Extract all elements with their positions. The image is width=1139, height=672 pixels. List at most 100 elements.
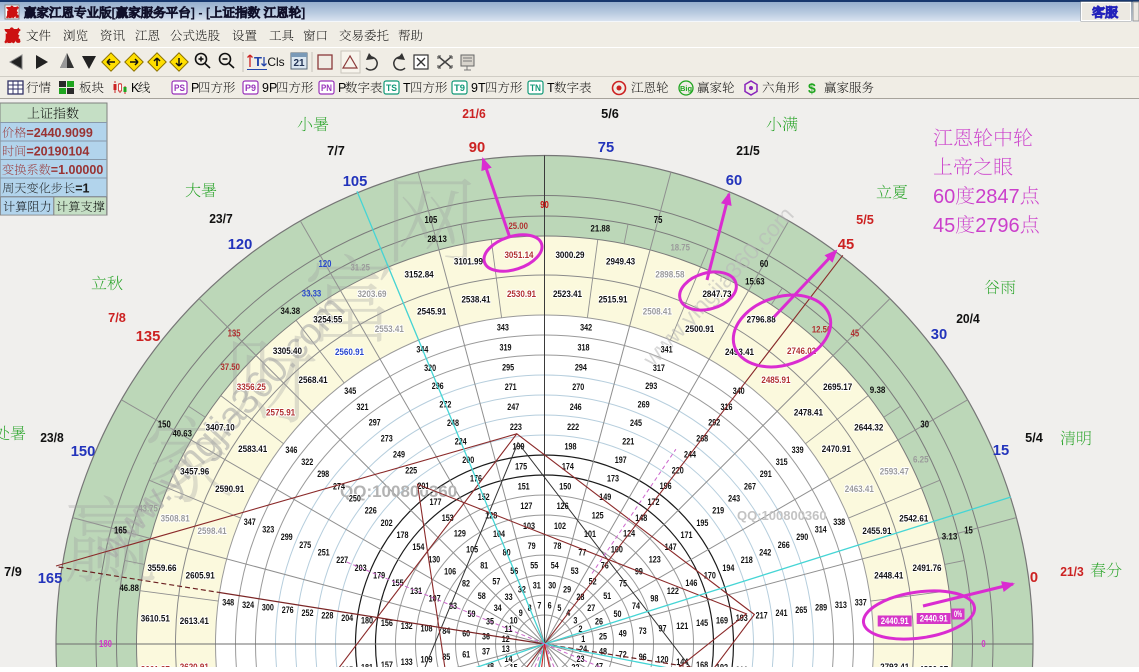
svg-text:21/6: 21/6: [462, 106, 486, 121]
svg-text:6: 6: [548, 600, 552, 611]
svg-text:165: 165: [114, 525, 127, 536]
svg-text:157: 157: [381, 660, 393, 667]
svg-text:=1.00000: =1.00000: [51, 163, 104, 177]
svg-text:PN: PN: [321, 83, 332, 93]
svg-text:315: 315: [776, 457, 789, 468]
svg-text:18.75: 18.75: [670, 243, 690, 253]
svg-text:3407.10: 3407.10: [206, 422, 235, 433]
svg-text:146: 146: [685, 578, 697, 589]
svg-text:154: 154: [412, 542, 425, 553]
svg-text:317: 317: [653, 363, 665, 374]
svg-text:3305.40: 3305.40: [273, 346, 302, 357]
svg-text:81: 81: [480, 561, 489, 572]
svg-text:217: 217: [756, 610, 768, 621]
svg-text:33: 33: [505, 592, 513, 603]
svg-text:218: 218: [741, 555, 753, 566]
svg-text:276: 276: [282, 605, 294, 616]
svg-text:75: 75: [598, 139, 614, 156]
svg-text:165: 165: [38, 570, 63, 587]
svg-text:2485.91: 2485.91: [761, 375, 791, 386]
svg-text:0: 0: [981, 639, 986, 650]
svg-text:252: 252: [302, 608, 314, 619]
svg-text:61: 61: [462, 649, 471, 660]
svg-text:2508.41: 2508.41: [643, 307, 673, 318]
svg-text:145: 145: [696, 618, 709, 629]
svg-text:289: 289: [815, 603, 827, 614]
svg-text:135: 135: [136, 328, 161, 345]
svg-text:179: 179: [373, 571, 385, 582]
svg-text:PS: PS: [174, 83, 185, 93]
svg-text:131: 131: [410, 586, 423, 597]
svg-text:133: 133: [401, 657, 413, 667]
svg-text:225: 225: [405, 465, 418, 476]
svg-text:30: 30: [931, 326, 947, 343]
svg-text:246: 246: [570, 402, 582, 413]
svg-text:204: 204: [341, 613, 354, 624]
svg-text:322: 322: [301, 457, 313, 468]
svg-text:270: 270: [572, 382, 584, 393]
svg-text:23/8: 23/8: [40, 430, 64, 445]
svg-text:53: 53: [571, 566, 579, 577]
svg-text:120: 120: [319, 259, 332, 270]
svg-text:168: 168: [696, 660, 708, 667]
svg-text:2448.41: 2448.41: [874, 571, 904, 582]
svg-text:105: 105: [343, 173, 368, 190]
svg-text:2793.41: 2793.41: [880, 662, 910, 667]
svg-text:2590.91: 2590.91: [215, 484, 245, 495]
svg-text:78: 78: [553, 541, 561, 552]
svg-text:59: 59: [468, 609, 476, 620]
svg-text:31: 31: [533, 581, 542, 592]
svg-text:QQ:100800360: QQ:100800360: [737, 508, 827, 523]
svg-text:45: 45: [851, 329, 860, 340]
svg-text:75: 75: [654, 215, 663, 226]
svg-text:6.25: 6.25: [913, 455, 929, 465]
svg-text:=20190104: =20190104: [26, 145, 89, 159]
svg-text:96: 96: [639, 652, 647, 663]
svg-text:9P: 9P: [262, 81, 277, 95]
svg-text:2523.41: 2523.41: [553, 289, 583, 300]
svg-text:251: 251: [318, 548, 331, 559]
svg-text:2620.91: 2620.91: [180, 662, 210, 667]
svg-text:106: 106: [444, 567, 456, 578]
svg-text:2440.91: 2440.91: [920, 614, 948, 624]
svg-text:60: 60: [760, 259, 769, 270]
svg-text:2515.91: 2515.91: [598, 295, 628, 306]
svg-text:273: 273: [381, 434, 393, 445]
svg-text:15: 15: [510, 663, 519, 667]
svg-text:37: 37: [482, 647, 490, 658]
svg-text:3000.29: 3000.29: [555, 250, 584, 261]
svg-text:297: 297: [369, 418, 381, 429]
svg-text:173: 173: [607, 474, 619, 485]
svg-text:$: $: [808, 80, 816, 96]
svg-text:150: 150: [71, 443, 96, 460]
svg-text:T: T: [547, 81, 555, 95]
svg-text:15: 15: [993, 442, 1009, 459]
svg-text:180: 180: [99, 639, 112, 650]
svg-text:271: 271: [505, 382, 518, 393]
svg-text:245: 245: [630, 418, 643, 429]
svg-text:55: 55: [530, 561, 539, 572]
svg-text:7: 7: [537, 600, 541, 611]
svg-text:102: 102: [554, 521, 566, 532]
svg-text:3610.51: 3610.51: [141, 614, 171, 625]
svg-text:243: 243: [728, 494, 740, 505]
svg-text:223: 223: [510, 422, 522, 433]
svg-text:2598.41: 2598.41: [198, 526, 228, 537]
svg-text:74: 74: [632, 601, 641, 612]
svg-text:30: 30: [920, 420, 929, 431]
svg-text:50: 50: [614, 609, 622, 620]
svg-text:150: 150: [158, 420, 171, 431]
svg-text:9: 9: [519, 608, 523, 619]
svg-text:79: 79: [528, 541, 536, 552]
svg-text:90: 90: [540, 200, 549, 211]
svg-text:2470.91: 2470.91: [822, 444, 852, 455]
svg-text:197: 197: [615, 455, 627, 466]
svg-text:2463.41: 2463.41: [845, 484, 875, 495]
svg-text:290: 290: [796, 532, 808, 543]
svg-text:241: 241: [776, 608, 789, 619]
svg-text:73: 73: [639, 626, 647, 637]
svg-text:170: 170: [704, 571, 716, 582]
svg-text:151: 151: [518, 481, 531, 492]
svg-text:29: 29: [563, 585, 571, 596]
svg-text:242: 242: [759, 548, 771, 559]
